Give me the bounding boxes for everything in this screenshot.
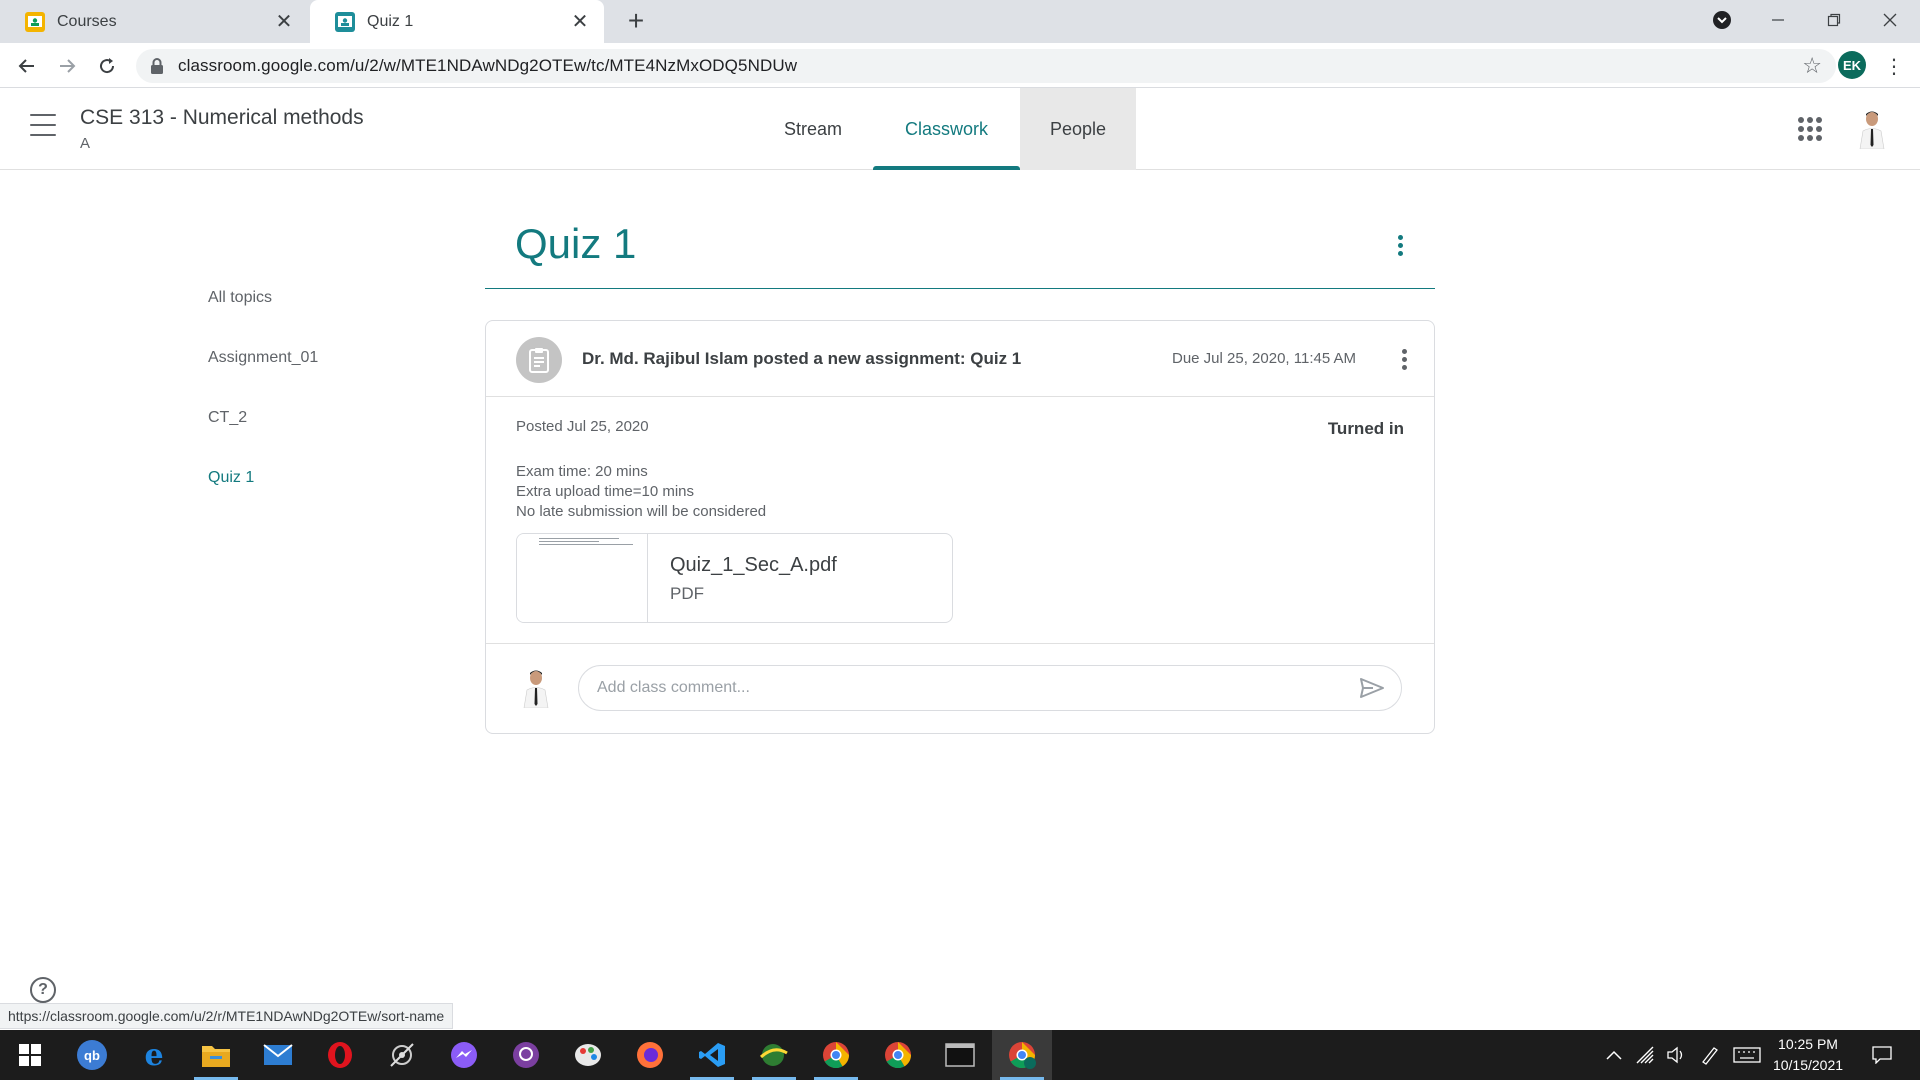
attachment-name: Quiz_1_Sec_A.pdf [670,554,837,576]
vscode-icon[interactable] [682,1030,742,1080]
edge-icon[interactable]: e [124,1030,184,1080]
course-section: A [80,135,91,152]
keyboard-icon[interactable] [1730,1030,1764,1080]
active-tab-indicator [873,166,1020,170]
qbittorrent-icon[interactable]: qb [62,1030,122,1080]
network-icon[interactable] [1632,1030,1660,1080]
topic-quiz-1[interactable]: Quiz 1 [208,469,254,487]
attachment-card[interactable]: Quiz_1_Sec_A.pdf PDF [516,533,953,623]
chrome-profile-icon[interactable] [992,1030,1052,1080]
commenter-avatar [516,666,556,708]
topic-divider [485,288,1435,289]
clock-date: 10/15/2021 [1772,1057,1844,1073]
assignment-more-options-icon[interactable] [1394,344,1414,374]
show-hidden-icons-icon[interactable] [1600,1030,1628,1080]
tab-classwork[interactable]: Classwork [873,88,1020,170]
reload-icon[interactable] [92,51,122,81]
profile-avatar[interactable]: EK [1838,51,1866,79]
classroom-header: CSE 313 - Numerical methods A Stream Cla… [0,88,1920,170]
due-date: Due Jul 25, 2020, 11:45 AM [1172,350,1357,367]
forward-icon[interactable] [52,51,82,81]
globe-app-icon[interactable] [744,1030,804,1080]
system-clock[interactable]: 10:25 PM 10/15/2021 [1768,1034,1848,1076]
browser-toolbar: classroom.google.com/u/2/w/MTE1NDAwNDg2O… [0,43,1920,88]
course-title[interactable]: CSE 313 - Numerical methods [80,106,364,130]
help-icon[interactable]: ? [30,977,56,1003]
volume-icon[interactable] [1662,1030,1690,1080]
comment-field[interactable] [578,665,1402,711]
status-bar-url: https://classroom.google.com/u/2/r/MTE1N… [0,1003,454,1029]
new-tab-button[interactable]: + [622,7,650,36]
tab-search-icon[interactable] [1694,0,1750,40]
address-bar[interactable]: classroom.google.com/u/2/w/MTE1NDAwNDg2O… [136,49,1836,83]
assignment-title[interactable]: Dr. Md. Rajibul Islam posted a new assig… [582,349,1021,369]
google-apps-icon[interactable] [1798,117,1822,141]
satellite-app-icon[interactable] [372,1030,432,1080]
comment-row [486,643,1434,733]
attachment-type: PDF [670,584,704,603]
restore-icon[interactable] [1806,0,1862,40]
tab-title: Quiz 1 [367,12,414,30]
chrome-icon[interactable] [806,1030,866,1080]
close-tab-icon[interactable]: ✕ [568,10,592,34]
tab-title: Courses [57,12,117,30]
back-icon[interactable] [12,51,42,81]
github-desktop-icon[interactable] [496,1030,556,1080]
notification-icon[interactable] [1862,1030,1902,1080]
pen-icon[interactable] [1696,1030,1724,1080]
classroom-favicon-icon [335,11,355,32]
posted-date: Posted Jul 25, 2020 [516,418,649,435]
tab-label: People [1049,118,1107,139]
browser-tab-strip: Courses ✕ Quiz 1 ✕ + [0,0,1920,43]
status-badge: Turned in [1327,419,1404,438]
topic-assignment-01[interactable]: Assignment_01 [208,349,318,367]
messenger-icon[interactable] [434,1030,494,1080]
paint-app-icon[interactable] [558,1030,618,1080]
mail-icon[interactable] [248,1030,308,1080]
assignment-header[interactable]: Dr. Md. Rajibul Islam posted a new assig… [486,321,1434,397]
minimize-icon[interactable] [1750,0,1806,40]
classroom-favicon-icon [25,11,45,32]
close-window-icon[interactable] [1862,0,1918,40]
browser-menu-icon[interactable]: ⋮ [1880,51,1908,81]
browser-tab-courses[interactable]: Courses ✕ [0,0,308,43]
chrome-icon[interactable] [868,1030,928,1080]
description-line: Exam time: 20 mins [516,463,648,480]
lock-icon[interactable] [150,58,164,74]
clock-time: 10:25 PM [1778,1036,1838,1052]
hamburger-menu-icon[interactable] [30,114,56,136]
browser-tab-quiz[interactable]: Quiz 1 ✕ [310,0,604,43]
pdf-thumbnail [517,534,648,622]
assignment-icon [516,337,562,383]
url-text[interactable]: classroom.google.com/u/2/w/MTE1NDAwNDg2O… [178,56,1802,76]
description-line: Extra upload time=10 mins [516,483,695,500]
comment-input[interactable] [597,679,1357,697]
windows-start-icon[interactable] [0,1030,60,1080]
close-tab-icon[interactable]: ✕ [272,10,296,34]
topic-ct-2[interactable]: CT_2 [208,409,247,427]
bookmark-star-icon[interactable]: ☆ [1802,53,1822,79]
terminal-icon[interactable] [930,1030,990,1080]
assignment-card: Dr. Md. Rajibul Islam posted a new assig… [485,320,1435,734]
topic-more-options-icon[interactable] [1390,230,1410,260]
send-icon[interactable] [1357,673,1387,703]
tab-label: Classwork [904,118,988,139]
file-explorer-icon[interactable] [186,1030,246,1080]
tab-label: Stream [783,118,843,139]
opera-icon[interactable] [310,1030,370,1080]
firefox-icon[interactable] [620,1030,680,1080]
tab-people[interactable]: People [1020,88,1136,170]
account-avatar[interactable] [1852,107,1892,149]
topic-all-topics[interactable]: All topics [208,289,272,307]
description-line: No late submission will be considered [516,503,767,520]
tab-stream[interactable]: Stream [760,88,866,170]
windows-taskbar: qb e 10:25 PM 10/15/2021 [0,1030,1920,1080]
topic-heading: Quiz 1 [515,220,637,267]
